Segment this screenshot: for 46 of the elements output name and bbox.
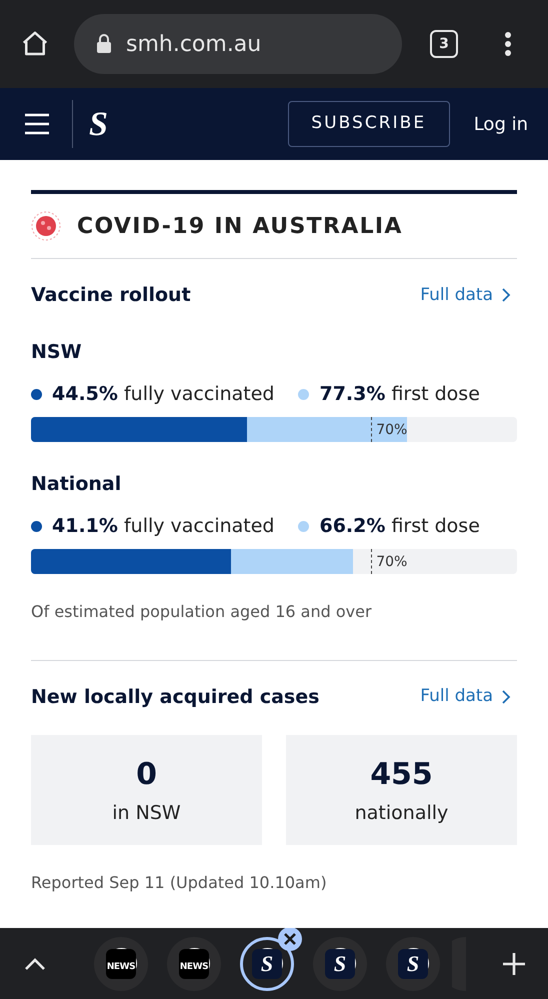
chevron-up-icon[interactable] [24,956,46,970]
newspaper-logo: S [325,948,355,978]
plus-icon[interactable] [502,952,526,976]
legend-label: 66.2% first dose [319,514,480,539]
case-count: 455 [370,756,433,794]
lock-icon [96,34,112,54]
legend-label: 44.5% fully vaccinated [52,382,274,407]
region-heading: National [31,472,122,496]
case-label: nationally [354,801,448,826]
login-link[interactable]: Log in [474,110,528,138]
legend-label: 77.3% first dose [319,382,480,407]
full-data-link[interactable]: Full data [420,684,517,710]
report-date: Reported Sep 11 (Updated 10.10am) [31,872,328,894]
legend-label: 41.1% fully vaccinated [52,514,274,539]
section-title: COVID-19 IN AUSTRALIA [77,212,403,240]
section-heading: New locally acquired cases [31,684,320,710]
subscribe-button[interactable]: SUBSCRIBE [288,101,450,147]
newspaper-logo: S [398,948,428,978]
news-logo: NEWS [106,948,136,978]
region-heading: NSW [31,340,83,364]
target-label: 70% [376,420,408,440]
tab-button[interactable]: S [240,936,294,990]
section-heading: Vaccine rollout [31,283,191,308]
tab-count[interactable]: 3 [430,30,458,58]
menu-icon[interactable] [24,113,50,135]
tab-button[interactable]: S [386,936,440,990]
site-logo[interactable]: S [89,98,108,150]
virus-icon [31,211,61,241]
target-marker [371,548,372,574]
tab-button[interactable]: NEWS [167,936,221,990]
chevron-right-icon [501,288,511,302]
case-label: in NSW [112,801,181,826]
target-label: 70% [376,552,408,572]
tab-button[interactable]: S [313,936,367,990]
newspaper-logo: S [252,948,282,978]
more-icon[interactable] [504,31,512,57]
full-data-link[interactable]: Full data [420,282,517,308]
tab-button[interactable]: NEWS [94,936,148,990]
close-icon[interactable] [278,928,302,950]
target-marker [371,416,372,442]
footnote: Of estimated population aged 16 and over [31,600,373,622]
news-logo: NEWS [179,948,209,978]
address-bar[interactable]: smh.com.au [74,14,402,74]
chevron-right-icon [501,690,511,704]
url-text: smh.com.au [126,30,262,58]
case-count: 0 [136,756,157,794]
